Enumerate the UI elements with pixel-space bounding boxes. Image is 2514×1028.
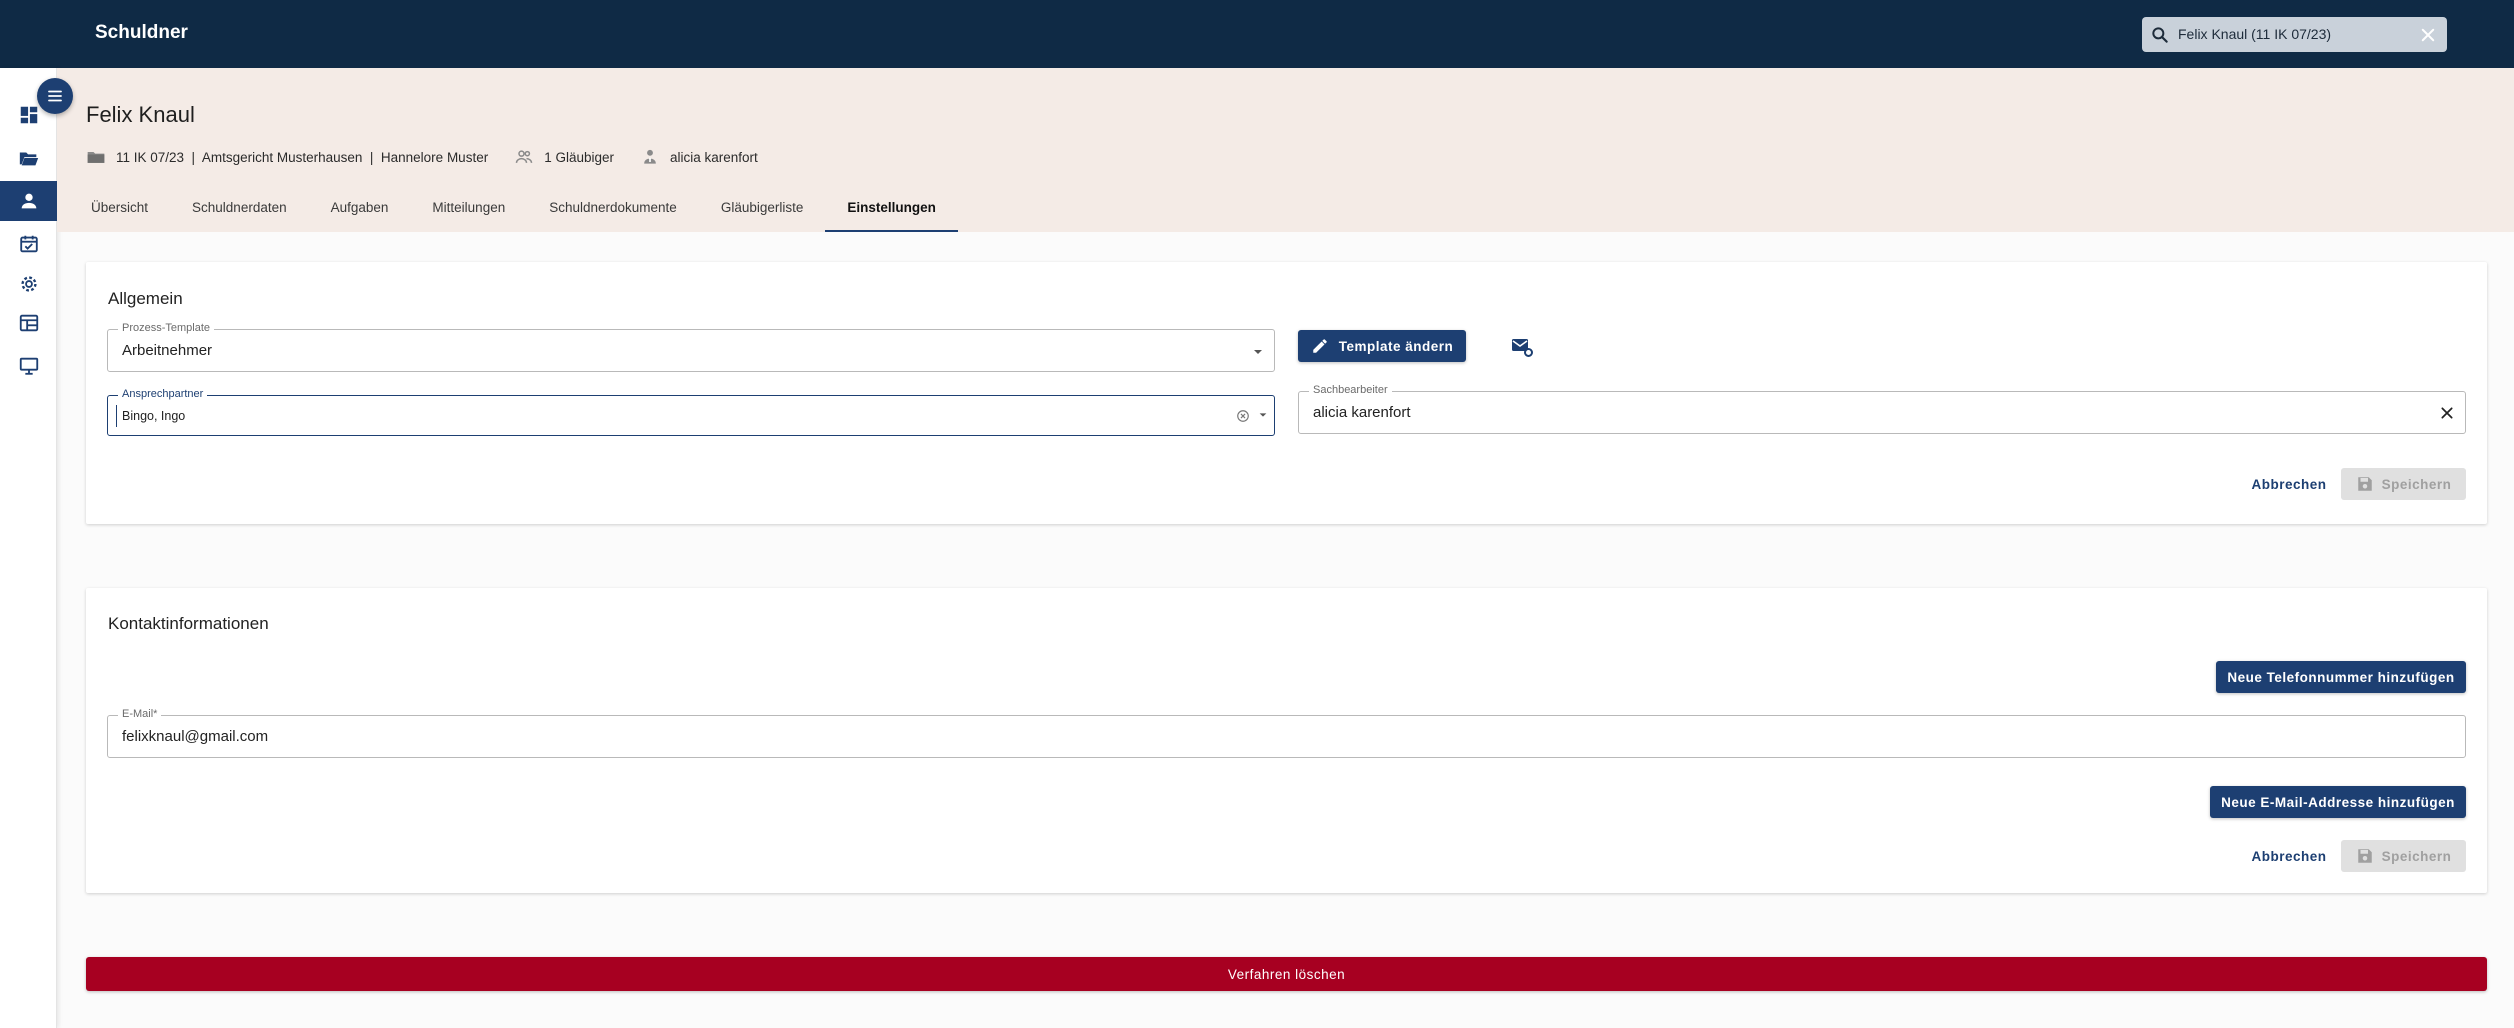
search-field[interactable]: Felix Knaul (11 IK 07/23) [2142,17,2447,52]
tab-messages[interactable]: Mitteilungen [410,183,527,232]
clerk-select[interactable]: Sachbearbeiter alicia karenfort [1298,384,2466,434]
top-app-bar: Schuldner Felix Knaul (11 IK 07/23) [0,0,2514,68]
email-label: E-Mail* [118,708,162,720]
save-icon [2357,477,2372,491]
folder-icon [87,152,105,163]
case-meta: 11 IK 07/23 | Amtsgericht Musterhausen |… [86,146,784,168]
tab-overview[interactable]: Übersicht [69,183,170,232]
monitor-icon [19,357,38,375]
tab-debtor-documents[interactable]: Schuldnerdokumente [527,183,699,232]
change-template-label: Template ändern [1338,338,1454,354]
tab-settings[interactable]: Einstellungen [825,183,958,232]
clerk-name: alicia karenfort [670,149,758,165]
rail-item-display[interactable] [0,346,57,386]
general-card: Allgemein Prozess-Template Arbeitnehmer … [86,262,2487,524]
rail-item-settings[interactable] [0,264,57,304]
page-title: Felix Knaul [86,102,195,127]
folder-open-icon [19,152,38,166]
pencil-icon [1312,339,1327,353]
tab-bar: Übersicht Schuldnerdaten Aufgaben Mittei… [69,183,958,232]
contact-save-label: Speichern [2381,848,2452,864]
rail-item-templates[interactable] [0,303,57,343]
contact-person-autocomplete[interactable]: Ansprechpartner Bingo, Ingo [107,388,1275,436]
process-template-value: Arbeitnehmer [122,342,213,359]
debtor-header: Felix Knaul 11 IK 07/23 | Amtsgericht Mu… [57,68,2514,232]
tab-creditor-list[interactable]: Gläubigerliste [699,183,826,232]
clerk-label: Sachbearbeiter [1309,384,1392,396]
contact-info-title: Kontaktinformationen [108,614,269,633]
menu-icon [48,90,62,102]
search-icon [2152,27,2168,43]
general-save-button[interactable]: Speichern [2341,468,2466,500]
dashboard-icon [20,106,37,124]
email-field[interactable]: E-Mail* felixknaul@gmail.com [107,708,2466,758]
group-icon [515,150,533,163]
dropdown-arrow-icon[interactable] [1258,410,1268,420]
change-template-button[interactable]: Template ändern [1298,330,1466,362]
person-icon [21,193,36,209]
contact-cancel-button[interactable]: Abbrechen [2245,840,2333,872]
tab-tasks[interactable]: Aufgaben [309,183,411,232]
menu-toggle-button[interactable] [37,78,73,114]
save-icon [2357,849,2372,863]
app-title: Schuldner [95,22,188,43]
dropdown-arrow-icon [1254,350,1262,354]
contact-info-card: Kontaktinformationen Neue Telefonnummer … [86,588,2487,893]
gear-icon [20,276,37,292]
general-save-label: Speichern [2381,476,2452,492]
delete-proceedings-button[interactable]: Verfahren löschen [86,957,2487,991]
general-cancel-button[interactable]: Abbrechen [2245,468,2333,500]
close-icon[interactable] [2439,405,2455,421]
calendar-check-icon [19,235,38,253]
rail-item-debtors[interactable] [0,181,57,221]
tab-debtor-data[interactable]: Schuldnerdaten [170,183,309,232]
mail-settings-icon[interactable] [1510,335,1534,359]
text-cursor [116,405,117,427]
clerk-value: alicia karenfort [1313,404,1411,421]
general-title: Allgemein [108,289,183,308]
contact-person-label: Ansprechpartner [118,388,208,400]
creditor-count: 1 Gläubiger [544,149,614,165]
contact-save-button[interactable]: Speichern [2341,840,2466,872]
navigation-rail [0,68,57,1028]
rail-item-files[interactable] [0,138,57,178]
process-template-select[interactable]: Prozess-Template Arbeitnehmer [107,322,1275,372]
search-input[interactable]: Felix Knaul (11 IK 07/23) [2178,26,2331,42]
clear-circle-icon[interactable] [1236,409,1250,423]
contact-person-value: Bingo, Ingo [122,409,186,423]
process-template-label: Prozess-Template [118,322,215,334]
add-phone-button[interactable]: Neue Telefonnummer hinzufügen [2216,661,2466,693]
rail-item-appointments[interactable] [0,224,57,264]
case-info: 11 IK 07/23 | Amtsgericht Musterhausen |… [116,149,489,165]
close-icon[interactable] [2419,26,2437,44]
clerk-icon [644,149,656,164]
email-value: felixknaul@gmail.com [122,728,269,745]
add-email-button[interactable]: Neue E-Mail-Addresse hinzufügen [2210,786,2466,818]
table-layout-icon [19,314,38,332]
